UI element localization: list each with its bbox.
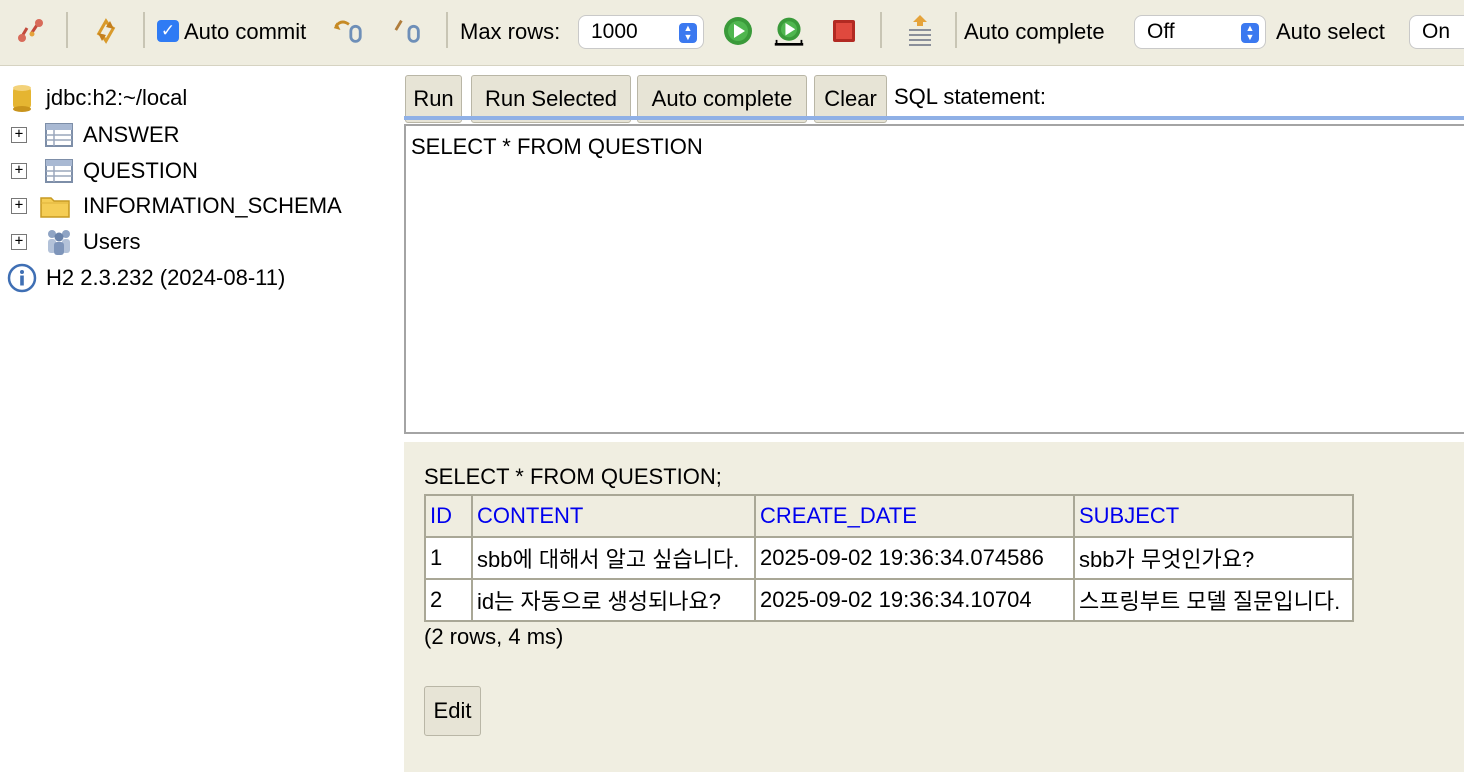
toolbar-separator — [143, 12, 145, 48]
users-icon — [48, 230, 70, 255]
table-header-row: ID CONTENT CREATE_DATE SUBJECT — [424, 494, 1354, 538]
history-icon[interactable] — [904, 14, 936, 48]
connection-label: jdbc:h2:~/local — [46, 85, 188, 110]
auto-select-label: Auto select — [1276, 19, 1385, 44]
folder-icon — [40, 197, 70, 218]
tree-item-label: INFORMATION_SCHEMA — [83, 193, 342, 218]
sql-statement-label: SQL statement: — [894, 84, 1047, 109]
result-statement: SELECT * FROM QUESTION; — [424, 464, 722, 489]
expand-icon[interactable]: + — [11, 127, 27, 143]
select-arrows-icon: ▲ ▼ — [1241, 23, 1259, 43]
table-cell: id는 자동으로 생성되나요? — [471, 578, 756, 622]
toolbar-separator — [955, 12, 957, 48]
tree-item-users[interactable]: Users — [45, 225, 140, 259]
table-row: 2 id는 자동으로 생성되나요? 2025-09-02 19:36:34.10… — [424, 578, 1354, 622]
rollback-icon[interactable] — [332, 14, 364, 48]
auto-commit-label: Auto commit — [184, 19, 307, 44]
table-cell: 2 — [424, 578, 473, 622]
table-cell: 2025-09-02 19:36:34.074586 — [754, 536, 1075, 580]
tree-item-information-schema[interactable]: INFORMATION_SCHEMA — [39, 189, 342, 223]
refresh-icon[interactable] — [90, 14, 122, 48]
result-table: ID CONTENT CREATE_DATE SUBJECT 1 sbb에 대해… — [424, 494, 1354, 622]
max-rows-label: Max rows: — [460, 19, 561, 44]
column-header-create-date[interactable]: CREATE_DATE — [754, 494, 1075, 538]
tree-item-label: ANSWER — [83, 122, 180, 147]
toolbar: ✓ Auto commit Max rows: 1000 ▲ ▼ Auto co… — [0, 0, 1464, 66]
info-icon — [7, 263, 37, 293]
select-arrows-icon: ▲ ▼ — [679, 23, 697, 43]
table-icon — [45, 123, 73, 147]
column-header-content[interactable]: CONTENT — [471, 494, 756, 538]
sql-editor[interactable]: SELECT * FROM QUESTION — [404, 124, 1464, 434]
edit-button[interactable]: Edit — [424, 686, 481, 736]
tree-item-answer[interactable]: ANSWER — [45, 118, 180, 152]
disconnect-icon[interactable] — [14, 14, 46, 48]
commit-icon[interactable] — [392, 14, 424, 48]
table-cell: sbb에 대해서 알고 싶습니다. — [471, 536, 756, 580]
table-cell: 2025-09-02 19:36:34.10704 — [754, 578, 1075, 622]
column-header-id[interactable]: ID — [424, 494, 473, 538]
auto-complete-select[interactable]: Off ▲ ▼ — [1134, 15, 1266, 49]
expand-icon[interactable]: + — [11, 234, 27, 250]
database-icon — [13, 85, 31, 112]
toolbar-separator — [66, 12, 68, 48]
column-header-subject[interactable]: SUBJECT — [1073, 494, 1354, 538]
max-rows-select[interactable]: 1000 ▲ ▼ — [578, 15, 704, 49]
auto-select-select[interactable]: On — [1409, 15, 1464, 49]
toolbar-separator — [880, 12, 882, 48]
version-label: H2 2.3.232 (2024-08-11) — [46, 265, 286, 290]
run-selected-icon[interactable] — [773, 14, 805, 48]
table-cell: 1 — [424, 536, 473, 580]
table-cell: 스프링부트 모델 질문입니다. — [1073, 578, 1354, 622]
version-info: H2 2.3.232 (2024-08-11) — [7, 261, 285, 295]
expand-icon[interactable]: + — [11, 198, 27, 214]
table-row: 1 sbb에 대해서 알고 싶습니다. 2025-09-02 19:36:34.… — [424, 536, 1354, 580]
auto-commit-checkbox[interactable]: ✓ — [157, 20, 179, 42]
tree-item-label: Users — [83, 229, 141, 254]
tree-item-question[interactable]: QUESTION — [45, 154, 198, 188]
connection-node[interactable]: jdbc:h2:~/local — [10, 81, 187, 115]
table-icon — [45, 159, 73, 183]
table-cell: sbb가 무엇인가요? — [1073, 536, 1354, 580]
auto-complete-value: Off — [1147, 20, 1175, 43]
toolbar-separator — [446, 12, 448, 48]
stop-icon[interactable] — [828, 14, 860, 48]
run-icon[interactable] — [722, 14, 754, 48]
max-rows-value: 1000 — [591, 20, 638, 43]
auto-select-value: On — [1422, 20, 1451, 43]
auto-complete-label: Auto complete — [964, 19, 1105, 44]
result-info: (2 rows, 4 ms) — [424, 624, 564, 649]
tree-item-label: QUESTION — [83, 158, 198, 183]
expand-icon[interactable]: + — [11, 163, 27, 179]
